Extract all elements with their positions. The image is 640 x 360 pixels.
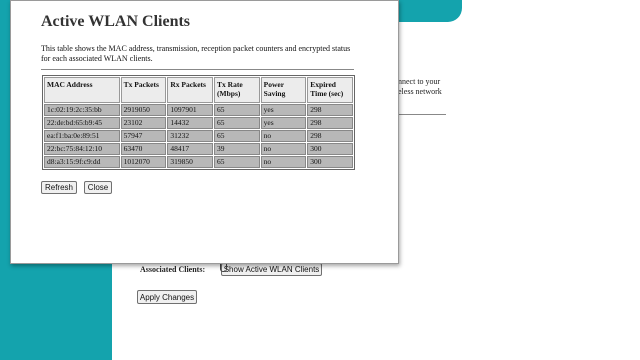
- power-saving-cell: no: [260, 156, 307, 168]
- background-text-line: eless network: [398, 87, 442, 96]
- tx-packets-cell: 63470: [120, 143, 167, 155]
- popup-title: Active WLAN Clients: [41, 13, 191, 30]
- tx-packets-cell: 1012070: [120, 156, 167, 168]
- popup-description: This table shows the MAC address, transm…: [41, 44, 351, 63]
- tx-rate-cell: 65: [214, 117, 260, 129]
- rx-packets-cell: 319850: [167, 156, 214, 168]
- tx-rate-cell: 65: [214, 104, 260, 116]
- expired-time-cell: 298: [307, 130, 353, 142]
- divider: [41, 69, 354, 70]
- column-header-rx-packets: Rx Packets: [167, 77, 214, 103]
- divider: [398, 114, 446, 115]
- tx-rate-cell: 65: [214, 156, 260, 168]
- power-saving-cell: no: [260, 130, 307, 142]
- close-button[interactable]: Close: [84, 181, 112, 194]
- power-saving-cell: yes: [260, 117, 307, 129]
- active-wlan-clients-popup: Active WLAN Clients This table shows the…: [10, 0, 399, 264]
- rx-packets-cell: 14432: [167, 117, 214, 129]
- teal-header-band: [398, 0, 462, 22]
- tx-rate-cell: 65: [214, 130, 260, 142]
- mac-address-cell: ea:f1:ba:0e:89:51: [44, 130, 120, 142]
- tx-packets-cell: 57947: [120, 130, 167, 142]
- table-row: 1c:02:19:2c:35:bb 2919050 1097901 65 yes…: [44, 104, 353, 116]
- rx-packets-cell: 48417: [167, 143, 214, 155]
- table-row: 22:bc:75:84:12:10 63470 48417 39 no 300: [44, 143, 353, 155]
- mac-address-cell: 22:de:bd:65:b9:45: [44, 117, 120, 129]
- column-header-power-saving: Power Saving: [260, 77, 307, 103]
- power-saving-cell: yes: [260, 104, 307, 116]
- expired-time-cell: 298: [307, 117, 353, 129]
- column-header-expired-time: Expired Time (sec): [307, 77, 353, 103]
- tx-packets-cell: 2919050: [120, 104, 167, 116]
- table-header-row: MAC Address Tx Packets Rx Packets Tx Rat…: [44, 77, 353, 103]
- expired-time-cell: 300: [307, 143, 353, 155]
- background-text-line: nnect to your: [398, 77, 441, 86]
- power-saving-cell: no: [260, 143, 307, 155]
- show-active-wlan-clients-button[interactable]: Show Active WLAN Clients: [221, 263, 322, 276]
- table-row: ea:f1:ba:0e:89:51 57947 31232 65 no 298: [44, 130, 353, 142]
- column-header-tx-rate: Tx Rate (Mbps): [214, 77, 260, 103]
- apply-changes-button[interactable]: Apply Changes: [137, 290, 197, 304]
- expired-time-cell: 298: [307, 104, 353, 116]
- table-row: 22:de:bd:65:b9:45 23102 14432 65 yes 298: [44, 117, 353, 129]
- tx-packets-cell: 23102: [120, 117, 167, 129]
- mac-address-cell: 1c:02:19:2c:35:bb: [44, 104, 120, 116]
- table-row: d8:a3:15:9f:c9:dd 1012070 319850 65 no 3…: [44, 156, 353, 168]
- rx-packets-cell: 1097901: [167, 104, 214, 116]
- clients-table: MAC Address Tx Packets Rx Packets Tx Rat…: [42, 75, 355, 170]
- column-header-mac-address: MAC Address: [44, 77, 120, 103]
- mac-address-cell: 22:bc:75:84:12:10: [44, 143, 120, 155]
- refresh-button[interactable]: Refresh: [41, 181, 77, 194]
- expired-time-cell: 300: [307, 156, 353, 168]
- associated-clients-label: Associated Clients:: [140, 265, 206, 274]
- column-header-tx-packets: Tx Packets: [120, 77, 167, 103]
- tx-rate-cell: 39: [214, 143, 260, 155]
- rx-packets-cell: 31232: [167, 130, 214, 142]
- mac-address-cell: d8:a3:15:9f:c9:dd: [44, 156, 120, 168]
